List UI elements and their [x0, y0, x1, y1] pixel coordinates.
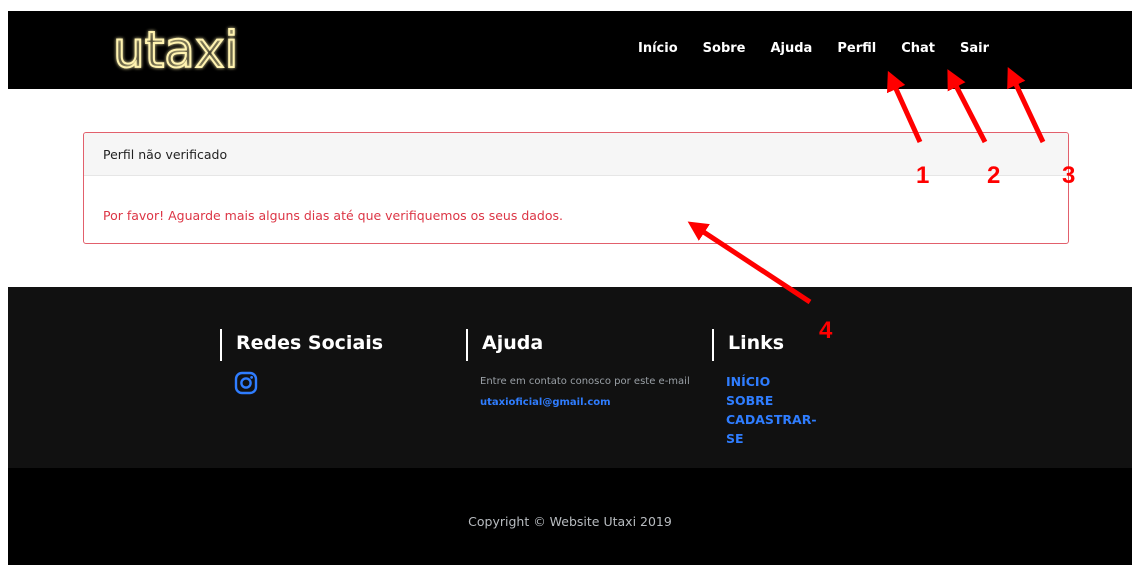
nav-links: Início Sobre Ajuda Perfil Chat Sair: [638, 41, 1014, 56]
profile-status-card: Perfil não verificado Por favor! Aguarde…: [83, 132, 1069, 244]
card-header: Perfil não verificado: [84, 133, 1068, 176]
footer-link-inicio[interactable]: INÍCIO: [726, 372, 817, 391]
footer-link-cadastrar[interactable]: CADASTRAR-SE: [726, 410, 817, 448]
copyright-bar: Copyright © Website Utaxi 2019: [8, 468, 1132, 565]
column-divider: [220, 329, 222, 361]
top-navbar: utaxi Início Sobre Ajuda Perfil Chat Sai…: [8, 11, 1132, 89]
copyright-text: Copyright © Website Utaxi 2019: [468, 514, 672, 529]
logo-text: utaxi: [113, 21, 238, 77]
footer-link-sobre[interactable]: SOBRE: [726, 391, 817, 410]
help-email-link[interactable]: utaxioficial@gmail.com: [480, 397, 611, 408]
nav-link-sobre[interactable]: Sobre: [703, 41, 746, 56]
page-frame: utaxi Início Sobre Ajuda Perfil Chat Sai…: [8, 11, 1132, 565]
links-heading: Links: [728, 332, 785, 354]
column-divider: [466, 329, 468, 361]
nav-link-sair[interactable]: Sair: [960, 41, 989, 56]
footer: Redes Sociais Ajuda Entre em contato con…: [8, 287, 1132, 468]
utaxi-logo[interactable]: utaxi: [111, 19, 261, 77]
nav-link-ajuda[interactable]: Ajuda: [770, 41, 812, 56]
nav-link-chat[interactable]: Chat: [901, 41, 935, 56]
card-title: Perfil não verificado: [103, 147, 228, 162]
nav-link-inicio[interactable]: Início: [638, 41, 678, 56]
footer-links-list: INÍCIO SOBRE CADASTRAR-SE: [726, 372, 817, 448]
help-heading: Ajuda: [482, 332, 544, 354]
nav-link-perfil[interactable]: Perfil: [837, 41, 876, 56]
help-text-before: Entre em contato conosco por este e-mail: [480, 376, 690, 387]
card-message: Por favor! Aguarde mais alguns dias até …: [103, 208, 563, 223]
social-heading: Redes Sociais: [236, 332, 384, 354]
instagram-icon[interactable]: [234, 371, 258, 395]
column-divider: [712, 329, 714, 361]
help-text: Entre em contato conosco por este e-mail…: [480, 371, 710, 413]
